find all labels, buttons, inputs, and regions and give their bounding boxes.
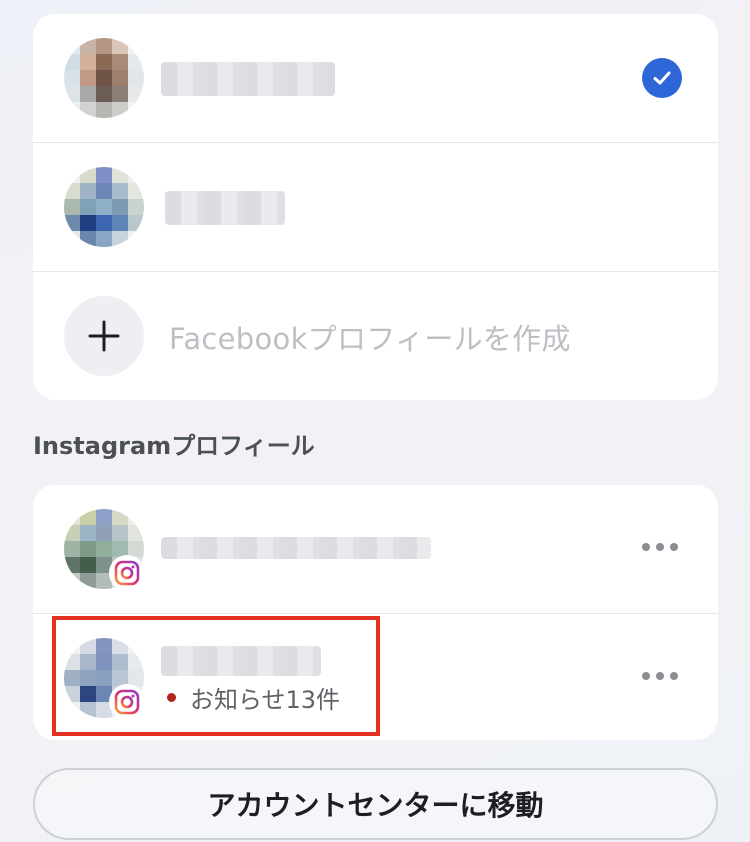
selected-check-icon	[642, 58, 682, 98]
create-facebook-profile-row[interactable]: Facebookプロフィールを作成	[33, 272, 718, 400]
avatar	[64, 167, 144, 247]
instagram-section-title: Instagramプロフィール	[33, 432, 315, 460]
create-profile-label: Facebookプロフィールを作成	[169, 322, 571, 356]
more-options-icon[interactable]	[642, 535, 678, 559]
accounts-center-button[interactable]: アカウントセンターに移動	[33, 768, 718, 840]
profile-name-redacted	[161, 537, 431, 559]
facebook-profile-row-2[interactable]	[33, 143, 718, 272]
instagram-profile-row-1[interactable]	[33, 485, 718, 614]
profile-name-redacted	[161, 62, 335, 96]
more-options-icon[interactable]	[642, 664, 678, 688]
facebook-profile-row-1[interactable]	[33, 14, 718, 143]
facebook-profiles-card: Facebookプロフィールを作成	[33, 14, 718, 400]
profile-name-redacted	[165, 191, 285, 225]
avatar	[64, 38, 144, 118]
instagram-icon	[109, 555, 145, 591]
plus-icon	[64, 296, 144, 376]
highlight-box	[52, 616, 380, 736]
